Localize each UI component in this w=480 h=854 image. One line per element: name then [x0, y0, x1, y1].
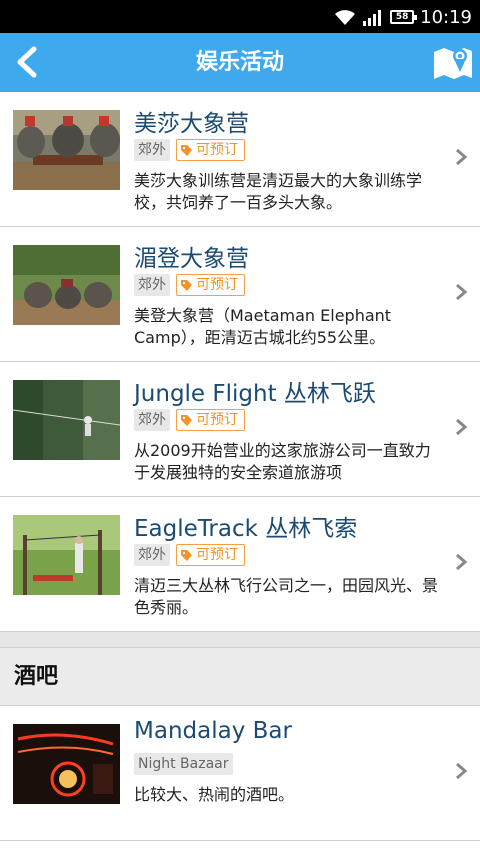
area-badge: 郊外 [134, 139, 170, 161]
list-item[interactable]: 美莎大象营 郊外 可预订 美莎大象训练营是清迈最大的大象训练学校，共饲养了一百多… [0, 92, 480, 227]
bookable-badge: 可预订 [176, 409, 245, 431]
list-item[interactable]: EagleTrack 丛林飞索 郊外 可预订 清迈三大丛林飞行公司之一，田园风光… [0, 497, 480, 632]
area-badge: 郊外 [134, 274, 170, 296]
tag-row: 郊外 可预订 [134, 544, 245, 566]
item-title: 美莎大象营 [134, 111, 249, 137]
nav-bar: 娱乐活动 [0, 33, 480, 92]
tag-row: 郊外 可预订 [134, 409, 245, 431]
bookable-label: 可预订 [196, 547, 238, 563]
tag-icon [181, 414, 192, 426]
tag-row: Night Bazaar [134, 753, 233, 775]
item-description: 美登大象营（Maetaman Elephant Camp），距清迈古城北约55公… [134, 306, 392, 347]
chevron-right-icon [456, 283, 468, 301]
chevron-right-icon [456, 148, 468, 166]
item-title: 湄登大象营 [134, 246, 249, 272]
thumbnail-image [13, 515, 120, 595]
bookable-badge: 可预订 [176, 139, 245, 161]
area-badge: 郊外 [134, 544, 170, 566]
thumbnail-image [13, 245, 120, 325]
signal-icon [363, 10, 382, 26]
item-description: 比较大、热闹的酒吧。 [134, 785, 295, 804]
list-item[interactable]: 湄登大象营 郊外 可预订 美登大象营（Maetaman Elephant Cam… [0, 227, 480, 362]
page-title: 娱乐活动 [195, 50, 284, 75]
bookable-badge: 可预订 [176, 544, 245, 566]
bookable-label: 可预订 [196, 412, 238, 428]
thumbnail-image [13, 380, 120, 460]
section-divider [0, 632, 480, 648]
map-button[interactable] [432, 42, 474, 84]
chevron-right-icon [456, 418, 468, 436]
bookable-badge: 可预订 [176, 274, 245, 296]
wifi-icon [335, 10, 356, 25]
thumbnail-image [13, 724, 120, 804]
tag-row: 郊外 可预订 [134, 139, 245, 161]
chevron-right-icon [456, 553, 468, 571]
item-title: Jungle Flight 丛林飞跃 [134, 381, 376, 407]
tag-icon [181, 279, 192, 291]
list-item[interactable]: Mandalay Bar Night Bazaar 比较大、热闹的酒吧。 [0, 706, 480, 841]
activity-list: 美莎大象营 郊外 可预订 美莎大象训练营是清迈最大的大象训练学校，共饲养了一百多… [0, 92, 480, 841]
map-pin-icon [434, 48, 472, 79]
area-badge: Night Bazaar [134, 753, 233, 775]
section-header-bars: 酒吧 [0, 648, 480, 706]
bookable-label: 可预订 [196, 142, 238, 158]
list-item[interactable]: Jungle Flight 丛林飞跃 郊外 可预订 从2009开始营业的这家旅游… [0, 362, 480, 497]
bookable-label: 可预订 [196, 277, 238, 293]
item-title: EagleTrack 丛林飞索 [134, 516, 358, 542]
clock: 10:19 [420, 6, 472, 28]
item-title: Mandalay Bar [134, 718, 292, 744]
item-description: 清迈三大丛林飞行公司之一，田园风光、景色秀丽。 [134, 576, 439, 617]
chevron-right-icon [456, 762, 468, 780]
tag-icon [181, 549, 192, 561]
tag-icon [181, 144, 192, 156]
thumbnail-image [13, 110, 120, 190]
battery-icon: 58 [390, 10, 418, 24]
item-description: 美莎大象训练营是清迈最大的大象训练学校，共饲养了一百多头大象。 [134, 171, 423, 212]
item-description: 从2009开始营业的这家旅游公司一直致力于发展独特的安全索道旅游项 [134, 441, 431, 482]
tag-row: 郊外 可预订 [134, 274, 245, 296]
status-bar: 58 10:19 [0, 0, 480, 33]
area-badge: 郊外 [134, 409, 170, 431]
